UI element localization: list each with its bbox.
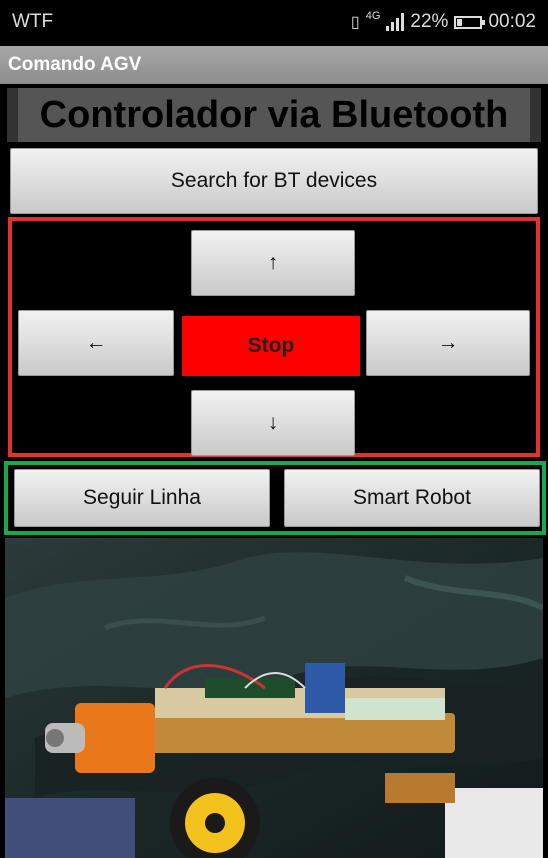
- robot-car-photo: [5, 538, 543, 858]
- page-title: Controlador via Bluetooth: [17, 88, 531, 142]
- vibrate-icon: ▯: [350, 14, 360, 31]
- network-type-label: 4G: [365, 10, 381, 22]
- forward-button[interactable]: ↑: [191, 230, 355, 296]
- app-title-bar: Comando AGV: [0, 46, 548, 84]
- backward-button[interactable]: ↓: [191, 390, 355, 456]
- status-icons: ▯ 4G 22% 00:02: [350, 10, 536, 33]
- left-button[interactable]: ←: [18, 310, 174, 376]
- signal-icon: [386, 13, 405, 31]
- right-button[interactable]: →: [366, 310, 530, 376]
- battery-percent: 22%: [410, 11, 449, 32]
- battery-icon: [454, 15, 486, 29]
- search-bt-devices-button[interactable]: Search for BT devices: [10, 148, 538, 214]
- heading-container: Controlador via Bluetooth: [5, 86, 543, 144]
- status-bar: WTF ▯ 4G 22% 00:02: [0, 0, 548, 46]
- stop-button[interactable]: Stop: [182, 316, 360, 376]
- mode-buttons: Seguir Linha Smart Robot: [4, 461, 546, 535]
- carrier-label: WTF: [12, 11, 54, 32]
- direction-pad: ↑ ← Stop → ↓: [8, 217, 540, 457]
- clock: 00:02: [488, 11, 536, 32]
- smart-robot-button[interactable]: Smart Robot: [284, 469, 540, 527]
- follow-line-button[interactable]: Seguir Linha: [14, 469, 270, 527]
- robot-photo-illustration: [5, 538, 543, 858]
